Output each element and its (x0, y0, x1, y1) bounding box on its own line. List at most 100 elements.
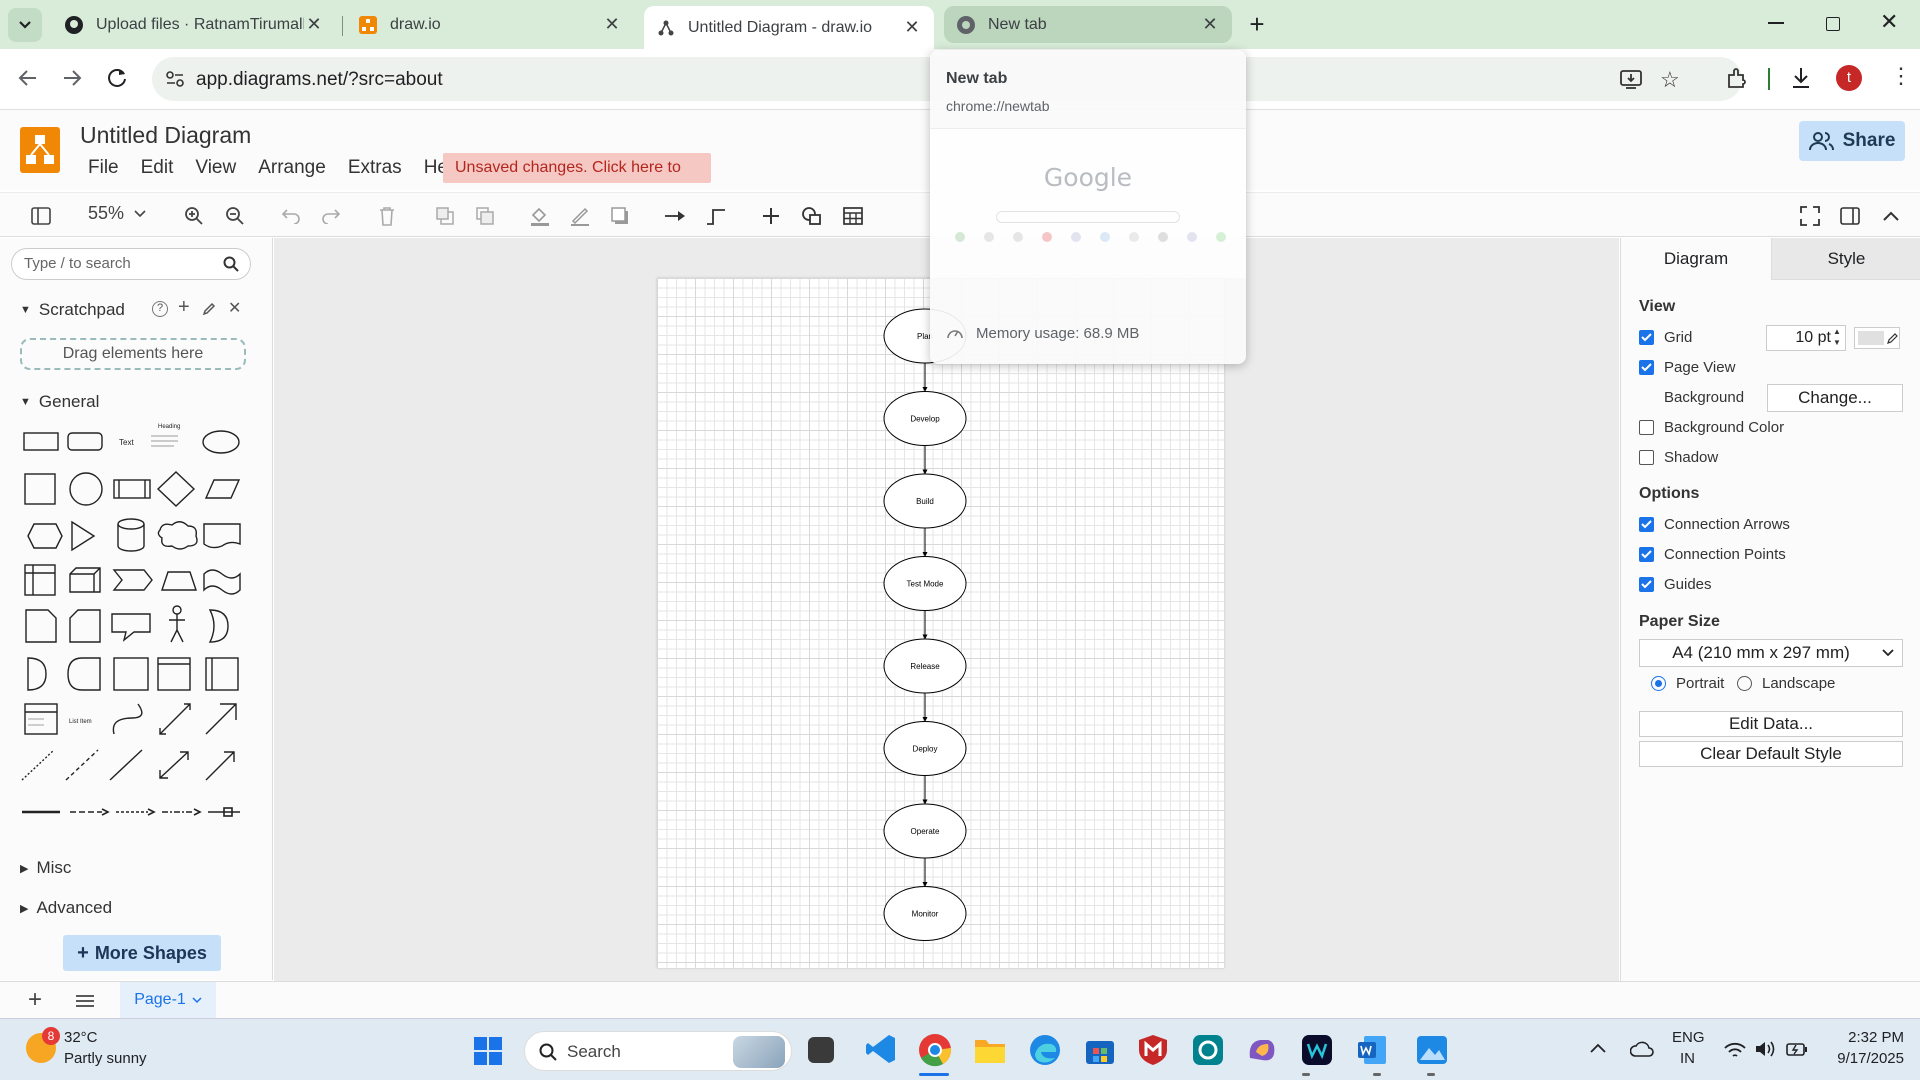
taskbar-search-box[interactable]: Search (524, 1031, 792, 1071)
close-window-icon[interactable]: ✕ (1880, 9, 1898, 35)
chrome-app-icon[interactable] (918, 1033, 952, 1067)
bookmark-star-icon[interactable]: ☆ (1660, 67, 1680, 93)
menu-edit[interactable]: Edit (141, 157, 174, 179)
minimize-window-icon[interactable] (1768, 22, 1784, 24)
add-page-icon[interactable]: + (28, 986, 42, 1014)
close-tab-icon[interactable]: ✕ (602, 14, 622, 35)
help-icon[interactable]: ? (152, 301, 168, 317)
grid-color-picker[interactable] (1854, 327, 1900, 349)
menu-file[interactable]: File (88, 157, 119, 179)
webex-icon[interactable] (1301, 1034, 1333, 1066)
flowchart[interactable]: PlanDevelopBuildTest ModeReleaseDeployOp… (657, 278, 1224, 968)
scratchpad-dropzone[interactable]: Drag elements here (20, 338, 246, 370)
weather-temperature[interactable]: 32°C (64, 1029, 98, 1046)
redo-icon[interactable] (318, 203, 344, 229)
to-back-icon[interactable] (472, 203, 498, 229)
site-info-icon[interactable] (166, 71, 184, 87)
share-button[interactable]: Share (1799, 121, 1905, 161)
browser-menu-icon[interactable]: ⋮ (1890, 65, 1912, 87)
insert-shape-icon[interactable] (799, 203, 825, 229)
cortana-app-icon[interactable] (1192, 1034, 1224, 1066)
page-view-checkbox[interactable]: Page View (1639, 359, 1735, 376)
close-tab-icon[interactable]: ✕ (902, 17, 922, 38)
diagram-title[interactable]: Untitled Diagram (80, 122, 251, 149)
tab-diagram[interactable]: Diagram (1621, 238, 1771, 280)
menu-view[interactable]: View (195, 157, 236, 179)
zoom-in-icon[interactable] (181, 203, 207, 229)
waypoints-icon[interactable] (703, 203, 729, 229)
flowchart-node[interactable]: Operate (883, 803, 967, 859)
clock-date[interactable]: 9/17/2025 (1814, 1050, 1904, 1067)
flowchart-node[interactable]: Build (883, 473, 967, 529)
background-color-checkbox[interactable]: Background Color (1639, 419, 1784, 436)
photos-icon[interactable] (1416, 1034, 1448, 1066)
browser-tab-drawio[interactable]: draw.io ✕ (346, 6, 634, 43)
reload-icon[interactable] (106, 66, 128, 88)
flowchart-node[interactable]: Monitor (883, 886, 967, 941)
clock-time[interactable]: 2:32 PM (1824, 1029, 1904, 1046)
close-icon[interactable]: ✕ (228, 298, 241, 318)
vscode-icon[interactable] (865, 1033, 897, 1065)
edge-icon[interactable] (1029, 1034, 1061, 1066)
diagram-page[interactable]: Plan Develop Build Test Mode Release Deploy Op… (657, 278, 1224, 968)
insert-plus-icon[interactable] (758, 203, 784, 229)
general-shapes-palette[interactable]: Text Heading List Item (14, 418, 254, 808)
tab-style[interactable]: Style (1771, 238, 1920, 280)
windows-start-icon[interactable] (474, 1037, 502, 1065)
input-region[interactable]: IN (1680, 1050, 1695, 1067)
file-explorer-icon[interactable] (974, 1036, 1006, 1064)
fill-color-icon[interactable] (527, 203, 553, 229)
line-color-icon[interactable] (567, 203, 593, 229)
flowchart-node[interactable]: Develop (883, 391, 967, 446)
landscape-radio[interactable]: Landscape (1737, 675, 1835, 692)
connection-points-checkbox[interactable]: Connection Points (1639, 546, 1786, 563)
toggle-sidebar-icon[interactable] (28, 203, 54, 229)
insert-table-icon[interactable] (840, 203, 866, 229)
restore-window-icon[interactable] (1826, 17, 1840, 31)
input-language[interactable]: ENG (1672, 1029, 1705, 1046)
weather-description[interactable]: Partly sunny (64, 1050, 147, 1067)
add-icon[interactable]: + (178, 296, 190, 319)
pages-menu-icon[interactable] (76, 995, 94, 1007)
connector-palette[interactable] (20, 804, 240, 820)
task-view-icon[interactable] (808, 1037, 834, 1063)
tab-search-button[interactable] (8, 8, 42, 42)
flowchart-node[interactable]: Test Mode (883, 556, 967, 611)
weather-sun-icon[interactable]: 8 (26, 1027, 60, 1063)
microsoft-store-icon[interactable] (1085, 1035, 1115, 1065)
delete-icon[interactable] (374, 203, 400, 229)
guides-checkbox[interactable]: Guides (1639, 576, 1712, 593)
edit-pencil-icon[interactable] (202, 302, 216, 316)
fullscreen-icon[interactable] (1797, 203, 1823, 229)
change-background-button[interactable]: Change... (1767, 384, 1903, 412)
unsaved-changes-banner[interactable]: Unsaved changes. Click here to save. (443, 153, 711, 206)
forward-icon[interactable] (62, 67, 84, 89)
new-tab-button[interactable]: + (1244, 11, 1270, 38)
show-hidden-icons-chevron-icon[interactable] (1590, 1043, 1606, 1053)
collapse-icon[interactable] (1878, 203, 1904, 229)
edit-data-button[interactable]: Edit Data... (1639, 711, 1903, 737)
menu-arrange[interactable]: Arrange (258, 157, 326, 179)
profile-avatar[interactable]: t (1836, 65, 1862, 91)
extensions-icon[interactable] (1726, 67, 1748, 89)
copilot-icon[interactable] (1246, 1034, 1278, 1066)
wifi-icon[interactable] (1724, 1041, 1746, 1059)
install-app-icon[interactable] (1620, 68, 1642, 90)
browser-tab-untitled-diagram[interactable]: Untitled Diagram - draw.io ✕ (644, 6, 934, 49)
portrait-radio[interactable]: Portrait (1651, 675, 1724, 692)
paper-size-select[interactable]: A4 (210 mm x 297 mm) (1639, 639, 1903, 667)
battery-icon[interactable] (1786, 1041, 1808, 1057)
clear-default-style-button[interactable]: Clear Default Style (1639, 741, 1903, 767)
volume-icon[interactable] (1754, 1039, 1778, 1059)
menu-extras[interactable]: Extras (348, 157, 402, 179)
word-icon[interactable] (1356, 1034, 1388, 1066)
downloads-icon[interactable] (1790, 66, 1812, 90)
undo-icon[interactable] (278, 203, 304, 229)
flowchart-node[interactable]: Release (883, 638, 967, 694)
shadow-checkbox[interactable]: Shadow (1639, 449, 1718, 466)
close-tab-icon[interactable]: ✕ (304, 14, 324, 35)
zoom-select[interactable]: 55% (88, 203, 146, 224)
to-front-icon[interactable] (432, 203, 458, 229)
format-panel-toggle-icon[interactable] (1837, 203, 1863, 229)
page-tab-current[interactable]: Page-1 (120, 982, 216, 1018)
